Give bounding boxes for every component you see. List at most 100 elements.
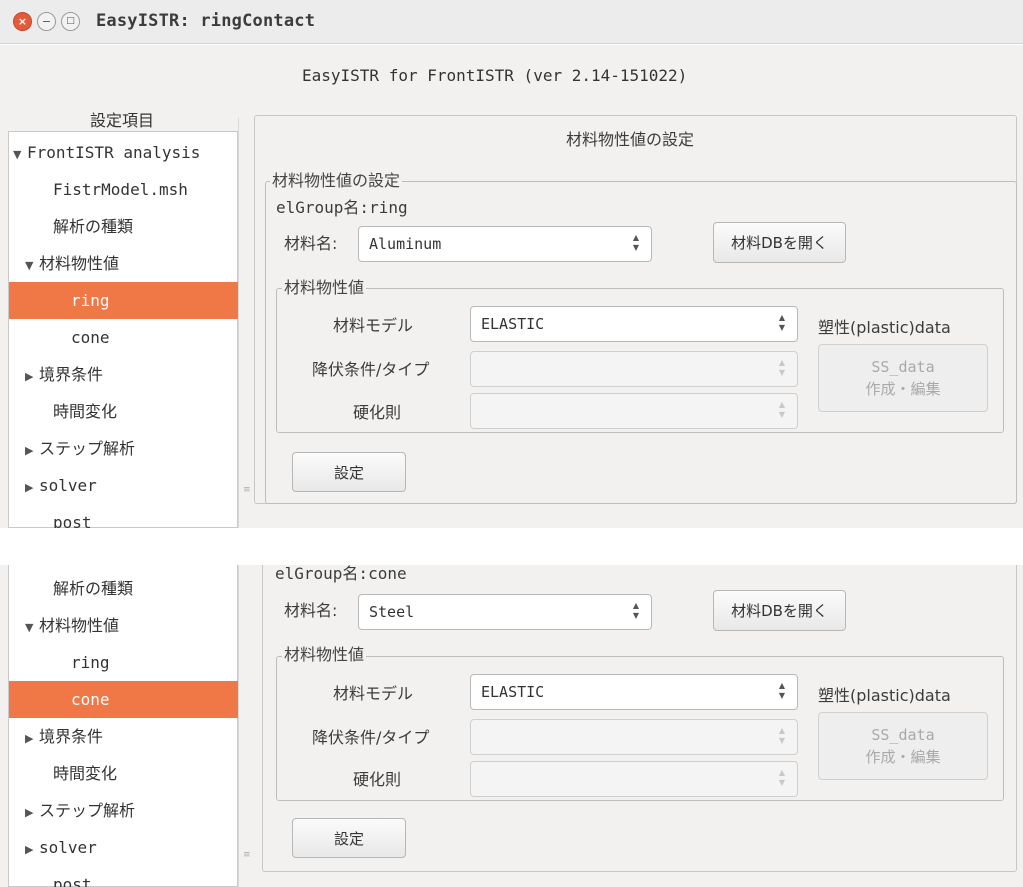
yield-condition-label: 降伏条件/タイプ <box>312 728 430 747</box>
tree-item-label: 時間変化 <box>53 402 118 421</box>
ss-data-line2: 作成・編集 <box>865 748 941 766</box>
tree-item-label: ステップ解析 <box>39 439 136 458</box>
apply-settings-button[interactable]: 設定 <box>292 818 406 858</box>
expanded-triangle-icon[interactable]: ▼ <box>25 247 39 284</box>
settings-tree-top[interactable]: ▼ FrontISTR analysis FistrModel.msh 解析の種類 ▼ 材… <box>8 131 238 532</box>
properties-title: 材料物性値 <box>282 645 367 664</box>
material-name-label: 材料名: <box>284 601 338 620</box>
material-group-title: 材料物性値の設定 <box>270 171 403 190</box>
combo-arrows-icon: ▲ ▼ <box>778 358 786 377</box>
tree-item-1[interactable]: ▼ 材料物性値 <box>9 607 238 644</box>
tree-item-0[interactable]: 解析の種類 <box>9 570 238 607</box>
pane-splitter[interactable]: ≡ <box>238 565 252 887</box>
material-name-select[interactable]: Steel ▲ ▼ <box>358 594 652 630</box>
material-model-value: ELASTIC <box>481 683 545 701</box>
yield-condition-select[interactable]: ▲ ▼ <box>470 719 798 755</box>
settings-tree-bottom[interactable]: 解析の種類 ▼ 材料物性値 ring cone ▶ 境界条件 時間変化 ▶ ステップ解析 ▶ solv… <box>8 565 238 887</box>
tree-item-label: cone <box>71 328 110 347</box>
ss-data-line2: 作成・編集 <box>865 380 941 398</box>
collapsed-triangle-icon[interactable]: ▶ <box>25 831 39 868</box>
apply-settings-button[interactable]: 設定 <box>292 452 406 492</box>
tree-item-label: 解析の種類 <box>53 217 134 236</box>
properties-title: 材料物性値 <box>282 278 367 297</box>
collapsed-triangle-icon[interactable]: ▶ <box>25 432 39 469</box>
combo-arrows-icon: ▲ ▼ <box>778 768 786 787</box>
open-material-db-button[interactable]: 材料DBを開く <box>713 590 846 631</box>
pane-splitter[interactable]: ≡ <box>238 118 252 528</box>
tree-item-4[interactable]: ▶ 境界条件 <box>9 718 238 755</box>
material-model-select[interactable]: ELASTIC ▲ ▼ <box>470 306 798 342</box>
material-name-select[interactable]: Aluminum ▲ ▼ <box>358 226 652 262</box>
material-name-value: Aluminum <box>369 235 442 253</box>
tree-item-3[interactable]: ▼ 材料物性値 <box>9 245 238 282</box>
material-model-label: 材料モデル <box>333 316 414 335</box>
minimize-window-icon[interactable]: − <box>37 12 56 31</box>
tree-item-label: ring <box>71 653 110 672</box>
ss-data-line1: SS_data <box>871 726 935 744</box>
ss-data-edit-button[interactable]: SS_data 作成・編集 <box>818 344 988 412</box>
tree-item-label: ring <box>71 291 110 310</box>
tree-item-9[interactable]: ▶ solver <box>9 467 238 504</box>
yield-condition-select[interactable]: ▲ ▼ <box>470 351 798 387</box>
elgroup-label: elGroup名:cone <box>275 564 407 583</box>
tree-item-label: 材料物性値 <box>39 254 120 273</box>
title-bar: × − □ EasyISTR: ringContact <box>0 0 1023 44</box>
hardening-rule-select[interactable]: ▲ ▼ <box>470 761 798 797</box>
collapsed-triangle-icon[interactable]: ▶ <box>25 469 39 506</box>
open-material-db-button[interactable]: 材料DBを開く <box>713 222 846 263</box>
hardening-rule-select[interactable]: ▲ ▼ <box>470 393 798 429</box>
maximize-window-icon[interactable]: □ <box>61 12 80 31</box>
panel-heading: 材料物性値の設定 <box>566 130 695 149</box>
material-model-label: 材料モデル <box>333 684 414 703</box>
ss-data-edit-button[interactable]: SS_data 作成・編集 <box>818 712 988 780</box>
tree-item-1[interactable]: FistrModel.msh <box>9 171 238 208</box>
combo-arrows-icon: ▲ ▼ <box>778 313 786 332</box>
tree-item-label: solver <box>39 838 97 857</box>
tree-item-4[interactable]: ring <box>9 282 238 319</box>
tree-item-label: 材料物性値 <box>39 616 120 635</box>
tree-item-label: solver <box>39 476 97 495</box>
tree-item-5[interactable]: 時間変化 <box>9 755 238 792</box>
screenshot-separator <box>0 528 1023 565</box>
expanded-triangle-icon[interactable]: ▼ <box>25 609 39 646</box>
tree-item-2[interactable]: ring <box>9 644 238 681</box>
tree-item-label: 境界条件 <box>39 727 104 746</box>
expanded-triangle-icon[interactable]: ▼ <box>13 136 27 173</box>
hardening-rule-label: 硬化則 <box>353 770 402 789</box>
combo-arrows-icon: ▲ ▼ <box>778 726 786 745</box>
material-model-value: ELASTIC <box>481 315 545 333</box>
tree-item-6[interactable]: ▶ 境界条件 <box>9 356 238 393</box>
tree-item-8[interactable]: post <box>9 866 238 887</box>
hardening-rule-label: 硬化則 <box>353 403 402 422</box>
collapsed-triangle-icon[interactable]: ▶ <box>25 794 39 831</box>
sidebar-header: 設定項目 <box>90 111 155 130</box>
tree-item-label: FistrModel.msh <box>53 180 188 199</box>
collapsed-triangle-icon[interactable]: ▶ <box>25 720 39 757</box>
tree-item-7[interactable]: ▶ solver <box>9 829 238 866</box>
tree-item-2[interactable]: 解析の種類 <box>9 208 238 245</box>
tree-item-label: 解析の種類 <box>53 579 134 598</box>
tree-item-6[interactable]: ▶ ステップ解析 <box>9 792 238 829</box>
tree-item-0[interactable]: ▼ FrontISTR analysis <box>9 134 238 171</box>
tree-item-3[interactable]: cone <box>9 681 238 718</box>
tree-item-7[interactable]: 時間変化 <box>9 393 238 430</box>
material-name-value: Steel <box>369 603 415 621</box>
plastic-data-label: 塑性(plastic)data <box>818 318 951 337</box>
tree-item-label: ステップ解析 <box>39 801 136 820</box>
tree-item-8[interactable]: ▶ ステップ解析 <box>9 430 238 467</box>
window-title: EasyISTR: ringContact <box>96 11 316 31</box>
combo-arrows-icon: ▲ ▼ <box>778 400 786 419</box>
tree-item-label: 境界条件 <box>39 365 104 384</box>
collapsed-triangle-icon[interactable]: ▶ <box>25 358 39 395</box>
tree-item-label: FrontISTR analysis <box>27 143 201 162</box>
plastic-data-label: 塑性(plastic)data <box>818 686 951 705</box>
combo-arrows-icon: ▲ ▼ <box>632 601 640 620</box>
close-window-icon[interactable]: × <box>13 12 32 31</box>
tree-item-label: cone <box>71 690 110 709</box>
combo-arrows-icon: ▲ ▼ <box>778 681 786 700</box>
tree-item-5[interactable]: cone <box>9 319 238 356</box>
material-model-select[interactable]: ELASTIC ▲ ▼ <box>470 674 798 710</box>
combo-arrows-icon: ▲ ▼ <box>632 233 640 252</box>
ss-data-line1: SS_data <box>871 358 935 376</box>
app-title: EasyISTR for FrontISTR (ver 2.14-151022) <box>302 66 688 85</box>
